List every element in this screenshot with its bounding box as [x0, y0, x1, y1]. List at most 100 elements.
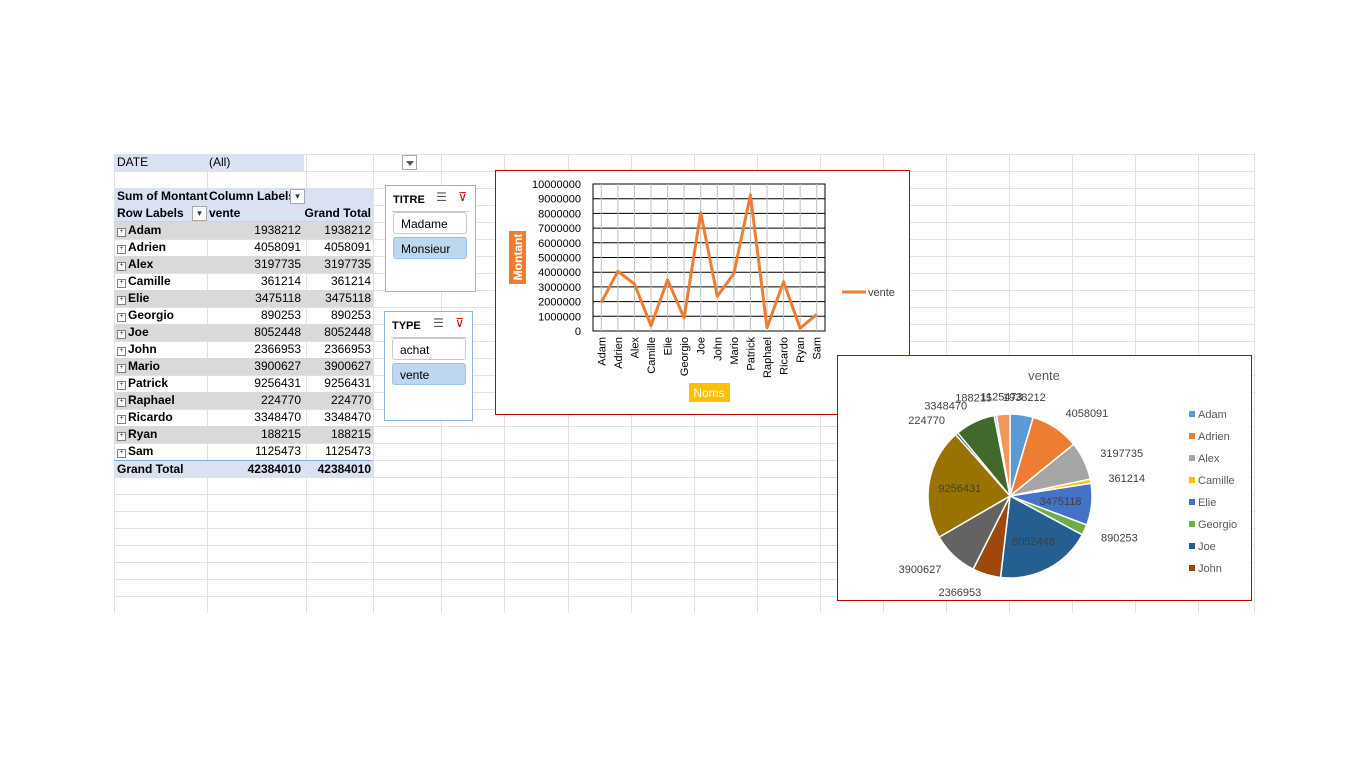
vente-value: 1125473	[255, 444, 301, 458]
slicer-item-madame[interactable]: Madame	[393, 212, 467, 234]
expand-icon[interactable]: +	[117, 330, 126, 339]
legend-label: Joe	[1198, 541, 1216, 553]
slicer-item-monsieur[interactable]: Monsieur	[393, 237, 467, 259]
pie-data-label: 361214	[1108, 473, 1145, 485]
legend-swatch	[1189, 543, 1195, 549]
multi-select-icon[interactable]: ☰	[433, 316, 444, 330]
x-tick-label: John	[712, 337, 724, 361]
pie-chart-title: vente	[1028, 368, 1060, 383]
vente-value: 3197735	[254, 257, 301, 271]
expand-icon[interactable]: +	[117, 449, 126, 458]
y-tick-label: 9000000	[538, 194, 581, 206]
x-tick-label: Alex	[629, 337, 641, 359]
pie-data-label: 1125473	[981, 391, 1023, 403]
y-tick-label: 6000000	[538, 238, 581, 250]
row-label: Ricardo	[128, 410, 173, 424]
slicer-type[interactable]: TYPE ☰ ⊽ achat vente	[384, 311, 473, 421]
legend-label: Adrien	[1198, 431, 1230, 443]
clear-filter-icon[interactable]: ⊽	[458, 190, 467, 204]
table-row: + Ricardo 3348470 3348470	[114, 409, 373, 426]
row-label: Sam	[128, 444, 154, 458]
total-value: 1125473	[325, 444, 371, 458]
pie-data-label: 4058091	[1065, 408, 1108, 420]
slicer-titre[interactable]: TITRE ☰ ⊽ Madame Monsieur	[385, 185, 476, 292]
legend-label-vente: vente	[868, 287, 895, 299]
table-row: + Mario 3900627 3900627	[114, 358, 373, 375]
table-row: + Adam 1938212 1938212	[114, 222, 373, 239]
total-value: 9256431	[324, 376, 371, 390]
legend-swatch	[1189, 433, 1195, 439]
x-axis-title: Noms	[693, 386, 724, 400]
expand-icon[interactable]: +	[117, 381, 126, 390]
expand-icon[interactable]: +	[117, 347, 126, 356]
filter-dropdown-button[interactable]	[402, 155, 417, 170]
expand-icon[interactable]: +	[117, 296, 126, 305]
expand-icon[interactable]: +	[117, 245, 126, 254]
legend-swatch	[1189, 499, 1195, 505]
table-row: + Patrick 9256431 9256431	[114, 375, 373, 392]
x-tick-label: Georgio	[679, 337, 691, 376]
multi-select-icon[interactable]: ☰	[436, 190, 447, 204]
total-value: 8052448	[324, 325, 371, 339]
pie-chart-svg: vente19382124058091319773536121434751188…	[899, 368, 1238, 599]
x-tick-label: Ryan	[795, 337, 807, 363]
vente-value: 8052448	[254, 325, 301, 339]
pie-data-label: 8052448	[1012, 536, 1055, 548]
legend-swatch	[1189, 455, 1195, 461]
table-row: + John 2366953 2366953	[114, 341, 373, 358]
expand-icon[interactable]: +	[117, 262, 126, 271]
expand-icon[interactable]: +	[117, 364, 126, 373]
row-filter-icon[interactable]: ▾	[192, 206, 207, 221]
x-tick-label: Camille	[646, 337, 658, 374]
expand-icon[interactable]: +	[117, 313, 126, 322]
grand-total-column-header: Grand Total	[304, 206, 371, 220]
grand-total-total: 42384010	[317, 462, 371, 476]
pivot-header-row-2: Row Labels vente Grand Total	[114, 205, 373, 222]
pie-chart[interactable]: vente 1938212 4058091 3197735 361214 3475118 8…	[837, 355, 1252, 601]
table-row: + Adrien 4058091 4058091	[114, 239, 373, 256]
table-row: + Alex 3197735 3197735	[114, 256, 373, 273]
pivot-filter-row[interactable]: DATE (All)	[114, 154, 304, 171]
y-tick-label: 0	[575, 326, 581, 338]
expand-icon[interactable]: +	[117, 228, 126, 237]
grand-total-vente: 42384010	[247, 462, 301, 476]
pie-data-label: 890253	[1101, 532, 1138, 544]
vente-value: 890253	[260, 308, 301, 322]
y-tick-label: 8000000	[538, 208, 581, 220]
total-value: 3475118	[325, 291, 371, 305]
vente-value: 4058091	[254, 240, 301, 254]
sum-of-montant-label: Sum of Montant	[117, 189, 208, 203]
expand-icon[interactable]: +	[117, 398, 126, 407]
expand-icon[interactable]: +	[117, 415, 126, 424]
y-tick-label: 4000000	[538, 267, 581, 279]
x-tick-label: Raphael	[762, 337, 774, 378]
column-labels-header: Column Labels	[209, 189, 296, 203]
row-label: Alex	[128, 257, 154, 271]
vente-value: 224770	[260, 393, 301, 407]
row-label: John	[128, 342, 157, 356]
vente-value: 2366953	[254, 342, 301, 356]
x-tick-label: Adam	[596, 337, 608, 366]
table-row: + Sam 1125473 1125473	[114, 443, 373, 460]
clear-filter-icon[interactable]: ⊽	[455, 316, 464, 330]
legend-swatch	[1189, 565, 1195, 571]
grand-total-label: Grand Total	[117, 462, 184, 476]
x-tick-label: Ricardo	[779, 337, 791, 375]
expand-icon[interactable]: +	[117, 432, 126, 441]
row-label: Elie	[128, 291, 150, 305]
x-tick-label: Joe	[696, 337, 708, 355]
y-tick-label: 7000000	[538, 223, 581, 235]
slicer-item-vente[interactable]: vente	[392, 363, 466, 385]
expand-icon[interactable]: +	[117, 279, 126, 288]
row-label: Mario	[128, 359, 161, 373]
slicer-item-achat[interactable]: achat	[392, 338, 466, 360]
legend-label: Camille	[1198, 475, 1235, 487]
pie-data-label: 2366953	[938, 587, 981, 599]
slicer-type-title: TYPE	[392, 320, 421, 332]
total-value: 224770	[330, 393, 371, 407]
vente-value: 188215	[260, 427, 301, 441]
x-tick-label: Mario	[729, 337, 741, 365]
vente-column-header: vente	[209, 206, 241, 220]
x-tick-label: Patrick	[745, 337, 757, 371]
column-filter-icon[interactable]: ▾	[290, 189, 305, 204]
